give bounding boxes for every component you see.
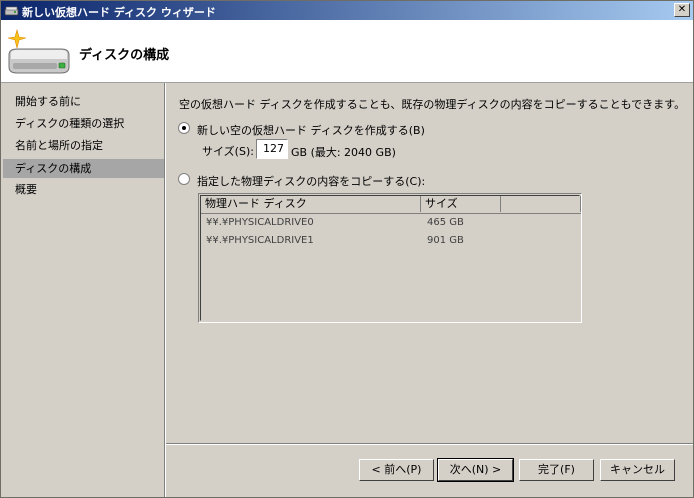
wizard-window: 新しい仮想ハード ディスク ウィザード ✕ ディスクの構成 開始する前に ディス… <box>0 0 694 498</box>
close-icon: ✕ <box>677 4 687 15</box>
title-bar[interactable]: 新しい仮想ハード ディスク ウィザード ✕ <box>1 1 693 20</box>
nav-divider <box>164 83 166 497</box>
disk-wizard-icon <box>7 29 70 74</box>
nav-item-before-you-begin[interactable]: 開始する前に <box>3 92 164 111</box>
physical-disk-list[interactable]: 物理ハード ディスク サイズ ¥¥.¥PHYSICALDRIVE0 465 GB… <box>198 193 582 323</box>
radio-new-disk-label[interactable]: 新しい空の仮想ハード ディスクを作成する(B) <box>197 122 425 138</box>
intro-text: 空の仮想ハード ディスクを作成することも、既存の物理ディスクの内容をコピーするこ… <box>179 98 686 111</box>
cancel-button[interactable]: キャンセル <box>600 459 675 481</box>
radio-new-disk[interactable] <box>178 122 190 134</box>
disk-app-icon <box>4 6 19 16</box>
disk-row-size[interactable]: 901 GB <box>427 235 464 246</box>
prev-button[interactable]: < 前へ(P) <box>359 459 434 481</box>
column-header-empty <box>501 196 581 212</box>
disk-row-size[interactable]: 465 GB <box>427 217 464 228</box>
size-label: サイズ(S): <box>202 145 254 158</box>
radio-copy-disk-label[interactable]: 指定した物理ディスクの内容をコピーする(C): <box>197 173 425 189</box>
disk-row-name[interactable]: ¥¥.¥PHYSICALDRIVE0 <box>206 217 314 228</box>
close-button[interactable]: ✕ <box>674 3 690 17</box>
nav-item-configure-disk[interactable]: ディスクの構成 <box>3 159 164 178</box>
size-unit-note: GB (最大: 2040 GB) <box>291 146 396 159</box>
nav-item-disk-type[interactable]: ディスクの種類の選択 <box>3 114 164 133</box>
size-input[interactable]: 127 <box>256 139 288 159</box>
wizard-header: ディスクの構成 <box>1 20 693 83</box>
nav-item-name-location[interactable]: 名前と場所の指定 <box>3 136 164 155</box>
finish-button[interactable]: 完了(F) <box>519 459 594 481</box>
footer-divider <box>166 443 693 445</box>
wizard-nav: 開始する前に ディスクの種類の選択 名前と場所の指定 ディスクの構成 概要 <box>1 83 164 497</box>
radio-selected-dot <box>182 126 186 130</box>
disk-list-body: 物理ハード ディスク サイズ ¥¥.¥PHYSICALDRIVE0 465 GB… <box>200 195 581 321</box>
disk-row-name[interactable]: ¥¥.¥PHYSICALDRIVE1 <box>206 235 314 246</box>
column-header-size[interactable]: サイズ <box>421 196 501 212</box>
disk-list-header: 物理ハード ディスク サイズ <box>201 196 581 214</box>
next-button[interactable]: 次へ(N) > <box>437 458 514 482</box>
main-content: 空の仮想ハード ディスクを作成することも、既存の物理ディスクの内容をコピーするこ… <box>167 83 693 443</box>
nav-item-summary[interactable]: 概要 <box>3 180 164 199</box>
column-header-disk[interactable]: 物理ハード ディスク <box>201 196 421 212</box>
page-title: ディスクの構成 <box>79 48 170 63</box>
radio-copy-disk[interactable] <box>178 173 190 185</box>
window-title: 新しい仮想ハード ディスク ウィザード <box>22 6 216 19</box>
